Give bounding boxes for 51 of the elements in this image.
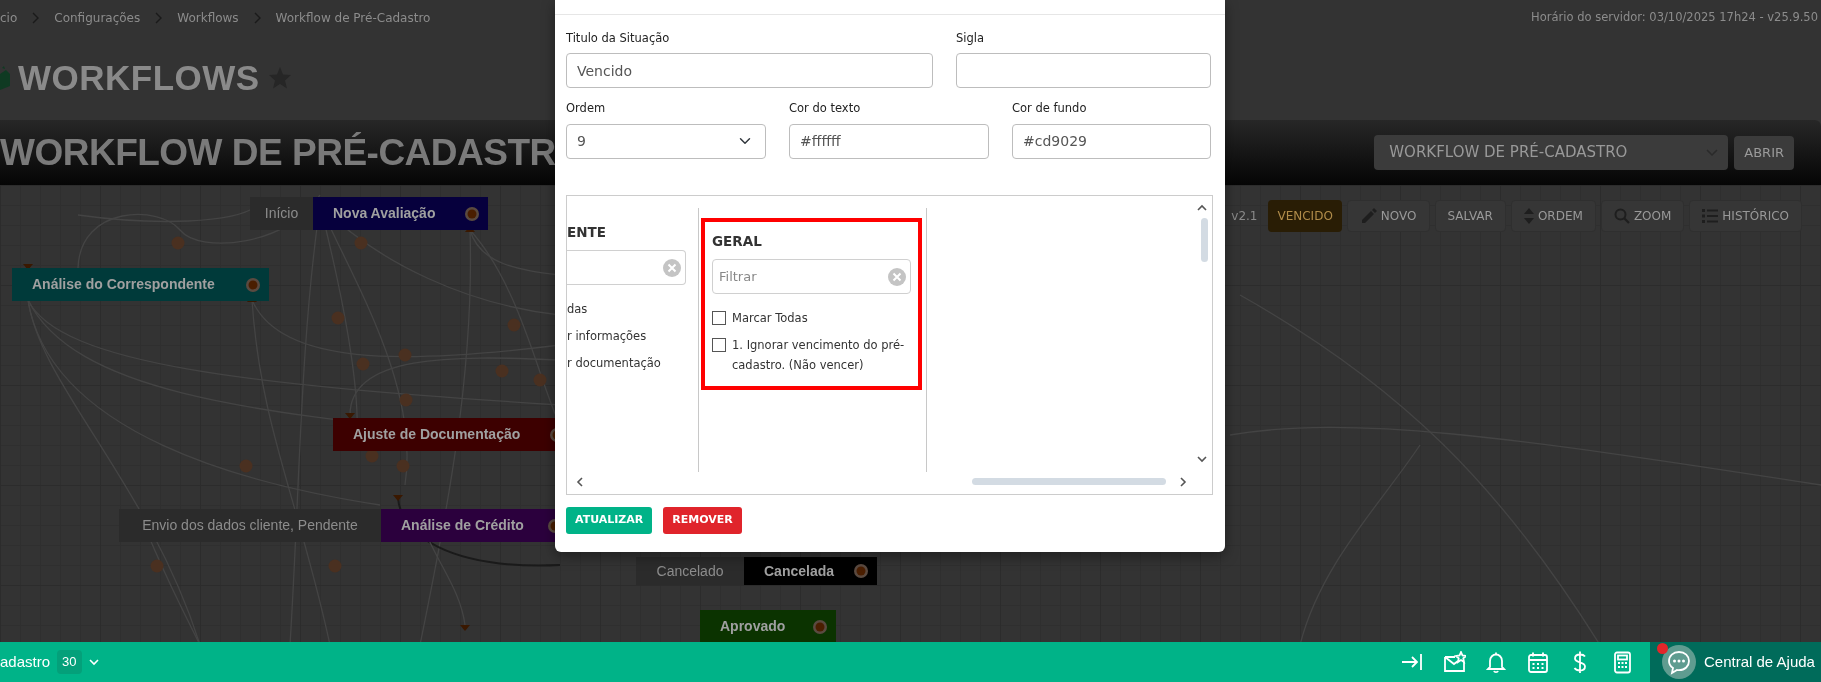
remove-button[interactable]: REMOVER (663, 506, 742, 534)
node-label: Ajuste de Documentação (353, 425, 521, 444)
workflow-node[interactable]: Nova Avaliação (313, 197, 488, 230)
server-info: Horário do servidor: 03/10/2025 17h24 - v25.9.50 (1531, 9, 1818, 27)
filter-field[interactable]: Filtrar (712, 258, 911, 294)
node-label: Cancelada (764, 561, 835, 581)
toolbar-button[interactable]: SALVAR (1434, 200, 1506, 232)
field-label: Titulo da Situação (566, 30, 671, 47)
toolbar-button[interactable]: ORDEM (1510, 200, 1596, 232)
select-field[interactable]: 9 (566, 123, 766, 159)
group-title: GERAL (712, 231, 763, 251)
node-label: Aprovado (720, 617, 786, 636)
node-label: Análise de Crédito (401, 516, 524, 535)
field-label: Ordem (566, 100, 607, 118)
permission-label: r documentação (567, 354, 661, 372)
version-label: v2.1 (1231, 208, 1258, 225)
field-label: Cor de fundo (1012, 100, 1088, 118)
count-badge: 30 (57, 650, 82, 674)
page-title: WORKFLOWS (18, 56, 260, 99)
toolbar-button[interactable]: NOVO (1346, 200, 1430, 232)
breadcrumb-current: Workflow de Pré-Cadastro (275, 10, 431, 27)
workflow-name: adastro (0, 651, 51, 672)
permission-label: Marcar Todas (732, 309, 808, 327)
field-label: Cor do texto (789, 100, 862, 118)
toolbar-button[interactable]: HISTÓRICO (1689, 200, 1802, 232)
input-field[interactable]: #ffffff (789, 123, 989, 159)
workflow-node[interactable]: Cancelada (744, 557, 877, 585)
workflow-select[interactable]: WORKFLOW DE PRÉ-CADASTRO (1374, 135, 1729, 170)
node-label: Nova Avaliação (333, 204, 436, 223)
input-field[interactable]: Vencido (566, 53, 933, 89)
workflow-title: WORKFLOW DE PRÉ-CADASTR (0, 130, 556, 175)
permission-label: 1. Ignorar vencimento do pré-cadastro. (Não vencer) (732, 336, 906, 374)
permission-label: das (567, 300, 588, 318)
node-label: Análise do Correspondente (32, 275, 215, 294)
toolbar-button[interactable]: ZOOM (1600, 200, 1685, 232)
breadcrumb-link[interactable]: Workflows (177, 9, 239, 27)
help-button[interactable]: Central de Ajuda (1650, 642, 1821, 682)
group-title: ENTE (567, 222, 607, 242)
permission-label: r informações (567, 327, 647, 345)
node-tag: Cancelado (636, 557, 744, 585)
workflow-node[interactable]: Aprovado (700, 610, 836, 642)
status-badge: VENCIDO (1268, 200, 1342, 232)
open-button[interactable]: ABRIR (1734, 135, 1794, 170)
update-button[interactable]: ATUALIZAR (566, 506, 653, 534)
field-label: Sigla (956, 30, 986, 47)
breadcrumb-link[interactable]: Configurações (54, 9, 141, 27)
breadcrumb-link[interactable]: cio (0, 9, 18, 27)
node-tag: Envio dos dados cliente, Pendente (119, 509, 381, 542)
input-field[interactable]: #cd9029 (1012, 123, 1211, 159)
node-tag: Início (250, 197, 313, 230)
workflow-node[interactable]: Análise do Correspondente (12, 268, 269, 301)
